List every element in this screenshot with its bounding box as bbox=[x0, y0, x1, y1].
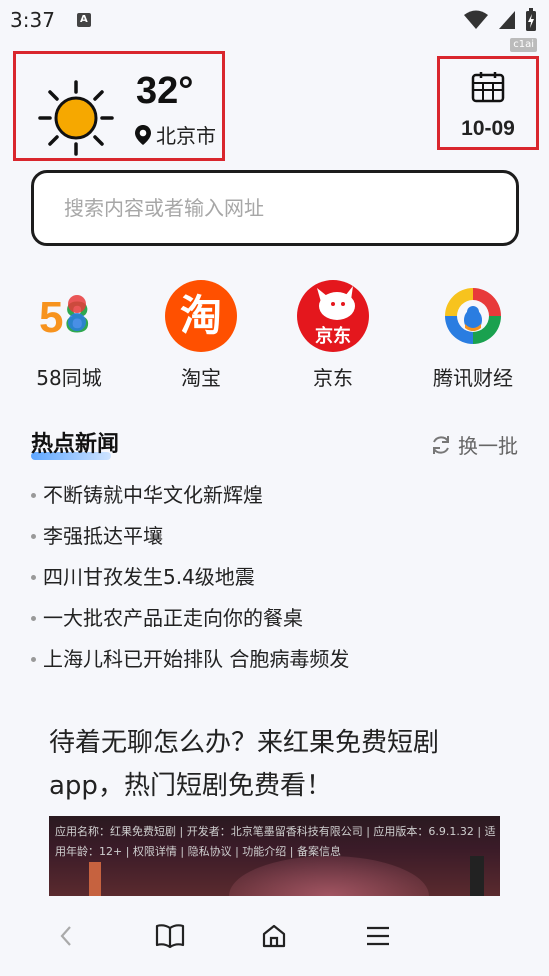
shortcut-jd[interactable]: 京东 京东 bbox=[273, 280, 393, 391]
calendar-date: 10-09 bbox=[461, 117, 515, 140]
search-input[interactable] bbox=[64, 196, 516, 220]
taobao-logo-text: 淘 bbox=[179, 291, 222, 340]
ad-image-decoration bbox=[470, 856, 484, 896]
news-item[interactable]: 一大批农产品正走向你的餐桌 bbox=[31, 598, 349, 639]
chevron-left-icon bbox=[60, 926, 71, 946]
bullet-icon bbox=[31, 575, 36, 580]
home-button[interactable] bbox=[256, 920, 292, 952]
menu-button[interactable] bbox=[360, 920, 396, 952]
bookmarks-button[interactable] bbox=[152, 920, 188, 952]
news-item-text: 不断铸就中华文化新辉煌 bbox=[43, 483, 263, 507]
news-item-text: 一大批农产品正走向你的餐桌 bbox=[43, 606, 303, 630]
city-name: 北京市 bbox=[156, 124, 216, 148]
news-item-text: 四川甘孜发生5.4级地震 bbox=[43, 565, 255, 589]
weather-widget[interactable]: 32° 北京市 bbox=[13, 51, 225, 161]
shortcut-label: 京东 bbox=[313, 366, 353, 390]
bottom-nav bbox=[0, 896, 549, 976]
watermark: c1ai bbox=[510, 38, 537, 52]
location-pin-icon bbox=[135, 124, 151, 145]
jd-logo-icon: 京东 bbox=[297, 280, 369, 352]
ad-app-info: 应用名称：红果免费短剧 | 开发者：北京笔墨留香科技有限公司 | 应用版本：6.… bbox=[55, 825, 496, 858]
bullet-icon bbox=[31, 616, 36, 621]
calendar-icon bbox=[471, 72, 505, 103]
temperature: 32° bbox=[136, 70, 194, 112]
location: 北京市 bbox=[134, 120, 216, 149]
status-bar: 3:37 A bbox=[0, 0, 549, 40]
menu-icon bbox=[367, 926, 389, 946]
notification-icon: A bbox=[76, 13, 91, 27]
wifi-icon bbox=[464, 10, 488, 29]
book-icon bbox=[155, 924, 185, 949]
bullet-icon bbox=[31, 657, 36, 662]
refresh-label: 换一批 bbox=[458, 434, 518, 458]
taobao-logo-icon: 淘 bbox=[165, 280, 237, 352]
status-time: 3:37 bbox=[10, 8, 55, 32]
58-logo-icon: 5 8 bbox=[33, 280, 105, 352]
shortcut-label: 腾讯财经 bbox=[433, 366, 513, 390]
sun-icon bbox=[38, 80, 114, 156]
shortcut-label: 淘宝 bbox=[181, 366, 221, 390]
signal-icon bbox=[499, 11, 515, 29]
ad-image-glow bbox=[229, 856, 429, 896]
hot-news-title: 热点新闻 bbox=[31, 432, 120, 457]
ad-image-decoration bbox=[89, 862, 101, 896]
jd-logo-text: 京东 bbox=[315, 326, 351, 347]
refresh-icon bbox=[433, 435, 449, 454]
ad-image[interactable]: 应用名称：红果免费短剧 | 开发者：北京笔墨留香科技有限公司 | 应用版本：6.… bbox=[49, 816, 500, 896]
shortcut-tencent-finance[interactable]: 腾讯财经 bbox=[413, 280, 533, 391]
news-item[interactable]: 上海儿科已开始排队 合胞病毒频发 bbox=[31, 639, 349, 680]
shortcut-58tongcheng[interactable]: 5 8 58同城 bbox=[9, 280, 129, 391]
refresh-button[interactable]: 换一批 bbox=[430, 430, 518, 459]
news-item[interactable]: 四川甘孜发生5.4级地震 bbox=[31, 557, 349, 598]
back-button[interactable] bbox=[48, 920, 84, 952]
shortcut-taobao[interactable]: 淘 淘宝 bbox=[141, 280, 261, 391]
bullet-icon bbox=[31, 534, 36, 539]
shortcut-label: 58同城 bbox=[36, 366, 102, 390]
ad-title[interactable]: 待着无聊怎么办？来红果免费短剧app，热门短剧免费看！ bbox=[49, 722, 499, 808]
news-item[interactable]: 李强抵达平壤 bbox=[31, 516, 349, 557]
news-item[interactable]: 不断铸就中华文化新辉煌 bbox=[31, 475, 349, 516]
status-indicators bbox=[463, 8, 537, 32]
58-logo-digit-five: 5 bbox=[39, 293, 63, 342]
tencent-finance-logo-icon bbox=[437, 280, 509, 352]
news-list: 不断铸就中华文化新辉煌 李强抵达平壤 四川甘孜发生5.4级地震 一大批农产品正走… bbox=[31, 475, 349, 680]
battery-icon bbox=[526, 8, 536, 31]
news-item-text: 上海儿科已开始排队 合胞病毒频发 bbox=[43, 647, 350, 671]
bullet-icon bbox=[31, 493, 36, 498]
calendar-widget[interactable]: 10-09 bbox=[437, 56, 539, 150]
search-bar[interactable] bbox=[31, 170, 519, 246]
home-icon bbox=[262, 924, 286, 948]
news-item-text: 李强抵达平壤 bbox=[43, 524, 163, 548]
